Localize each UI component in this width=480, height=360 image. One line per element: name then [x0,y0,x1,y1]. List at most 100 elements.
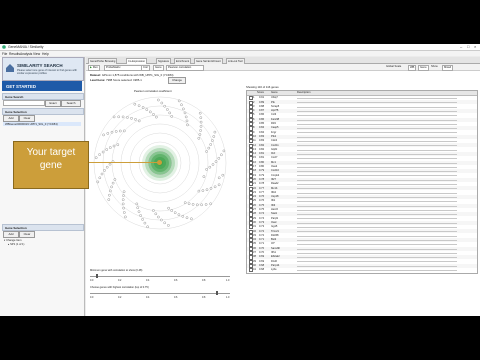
gene-point[interactable] [173,211,177,214]
score-select[interactable]: Corr [141,64,151,71]
gene-point[interactable] [184,115,188,119]
gene-point[interactable] [160,218,163,222]
gene-point[interactable] [191,203,195,206]
gene-point[interactable] [141,106,145,109]
table-row[interactable]: 41 0.68 Ly6e [247,268,477,273]
gene-point[interactable] [185,216,189,219]
top-correlation-slider[interactable] [90,293,230,294]
gene-point[interactable] [141,218,144,221]
gene-point[interactable] [217,157,221,160]
gene-point[interactable] [135,202,139,206]
gene-point[interactable] [106,132,110,135]
gene-point[interactable] [98,153,101,156]
gene-point[interactable] [207,146,211,150]
gene-point[interactable] [124,215,127,219]
gene-point[interactable] [217,176,221,180]
menu-analysis[interactable]: Analysis [20,52,32,56]
gene-point[interactable] [214,160,218,163]
menu-results[interactable]: Results [9,52,20,56]
gene-point[interactable] [119,129,122,133]
mode-select[interactable]: Gene [153,64,164,71]
gene-point[interactable] [212,135,216,138]
gene-point[interactable] [205,168,208,171]
gene-point[interactable] [122,194,125,197]
gene-point[interactable] [152,113,155,116]
gene-point[interactable] [96,180,100,184]
gene-point[interactable] [198,133,202,136]
gene-point[interactable] [117,115,120,119]
gene-point[interactable] [130,117,133,120]
gene-point[interactable] [152,209,155,212]
gene-point[interactable] [157,215,160,219]
column-header-score[interactable]: Score [257,91,264,94]
gene-point[interactable] [108,193,111,197]
gene-point[interactable] [190,217,193,221]
tree-child[interactable]: ▸ SP1 (1 of 1) [8,242,24,246]
gene-point[interactable] [170,209,173,212]
gene-point[interactable] [198,111,202,115]
gene-point[interactable] [187,202,191,205]
gene-point[interactable] [160,101,164,105]
gene-point[interactable] [167,224,170,227]
gene-point[interactable] [105,148,108,151]
gene-point[interactable] [98,176,102,180]
gene-point[interactable] [145,108,149,111]
gene-point[interactable] [199,129,202,132]
gene-point[interactable] [108,162,112,166]
gene-point[interactable] [197,189,201,193]
gene-point[interactable] [196,203,199,207]
gene-point[interactable] [204,203,208,206]
gene-point[interactable] [166,108,169,111]
min-correlation-slider-thumb[interactable] [96,274,98,278]
gene-point[interactable] [209,143,212,146]
gene-point[interactable] [94,156,98,159]
gene-point[interactable] [137,119,141,123]
gene-point[interactable] [107,198,111,201]
gene-point[interactable] [181,215,185,218]
match-select[interactable]: Exact [45,100,61,107]
gene-point[interactable] [123,211,126,214]
correlation-radial-plot[interactable] [88,91,238,231]
gene-point[interactable] [111,181,115,185]
gene-point[interactable] [121,202,125,206]
dataset-select[interactable]: ProbeMatrix [104,64,142,71]
maximize-button[interactable]: □ [467,44,469,49]
gene-point[interactable] [146,225,149,229]
gene-point[interactable] [197,137,201,140]
gene-point[interactable] [103,169,106,172]
gene-point[interactable] [101,150,105,154]
gene-point[interactable] [112,115,116,119]
top-correlation-slider-thumb[interactable] [216,291,218,295]
clear-button[interactable]: Clear [19,115,35,122]
column-header-description[interactable]: Description [297,91,310,94]
add-button-2[interactable]: Add [3,231,19,238]
gene-point[interactable] [201,189,205,192]
gene-point[interactable] [154,212,158,216]
gene-point[interactable] [121,115,125,119]
close-button[interactable]: × [474,44,476,49]
gene-point[interactable] [220,153,223,157]
gene-point[interactable] [209,202,212,206]
gene-point[interactable] [122,190,126,193]
gene-point[interactable] [180,103,183,107]
gene-point[interactable] [121,198,125,201]
organism-select[interactable]: WB [408,64,417,71]
gene-point[interactable] [105,165,109,169]
gene-point[interactable] [211,163,215,166]
change-button[interactable]: Change [168,77,186,84]
gene-point[interactable] [157,98,160,102]
add-button[interactable]: Add [3,115,19,122]
gene-point[interactable] [136,206,139,209]
gene-point[interactable] [155,115,158,119]
gene-point[interactable] [205,150,208,153]
gene-point[interactable] [143,221,147,225]
gene-point[interactable] [123,129,126,133]
gene-point[interactable] [170,115,173,118]
gene-point[interactable] [137,210,141,213]
gene-search-input[interactable] [3,100,45,106]
gene-point[interactable] [222,149,226,153]
search-button[interactable]: Search [61,100,81,107]
gene-point[interactable] [168,111,171,115]
gene-point[interactable] [183,111,187,115]
gene-point[interactable] [199,116,203,119]
